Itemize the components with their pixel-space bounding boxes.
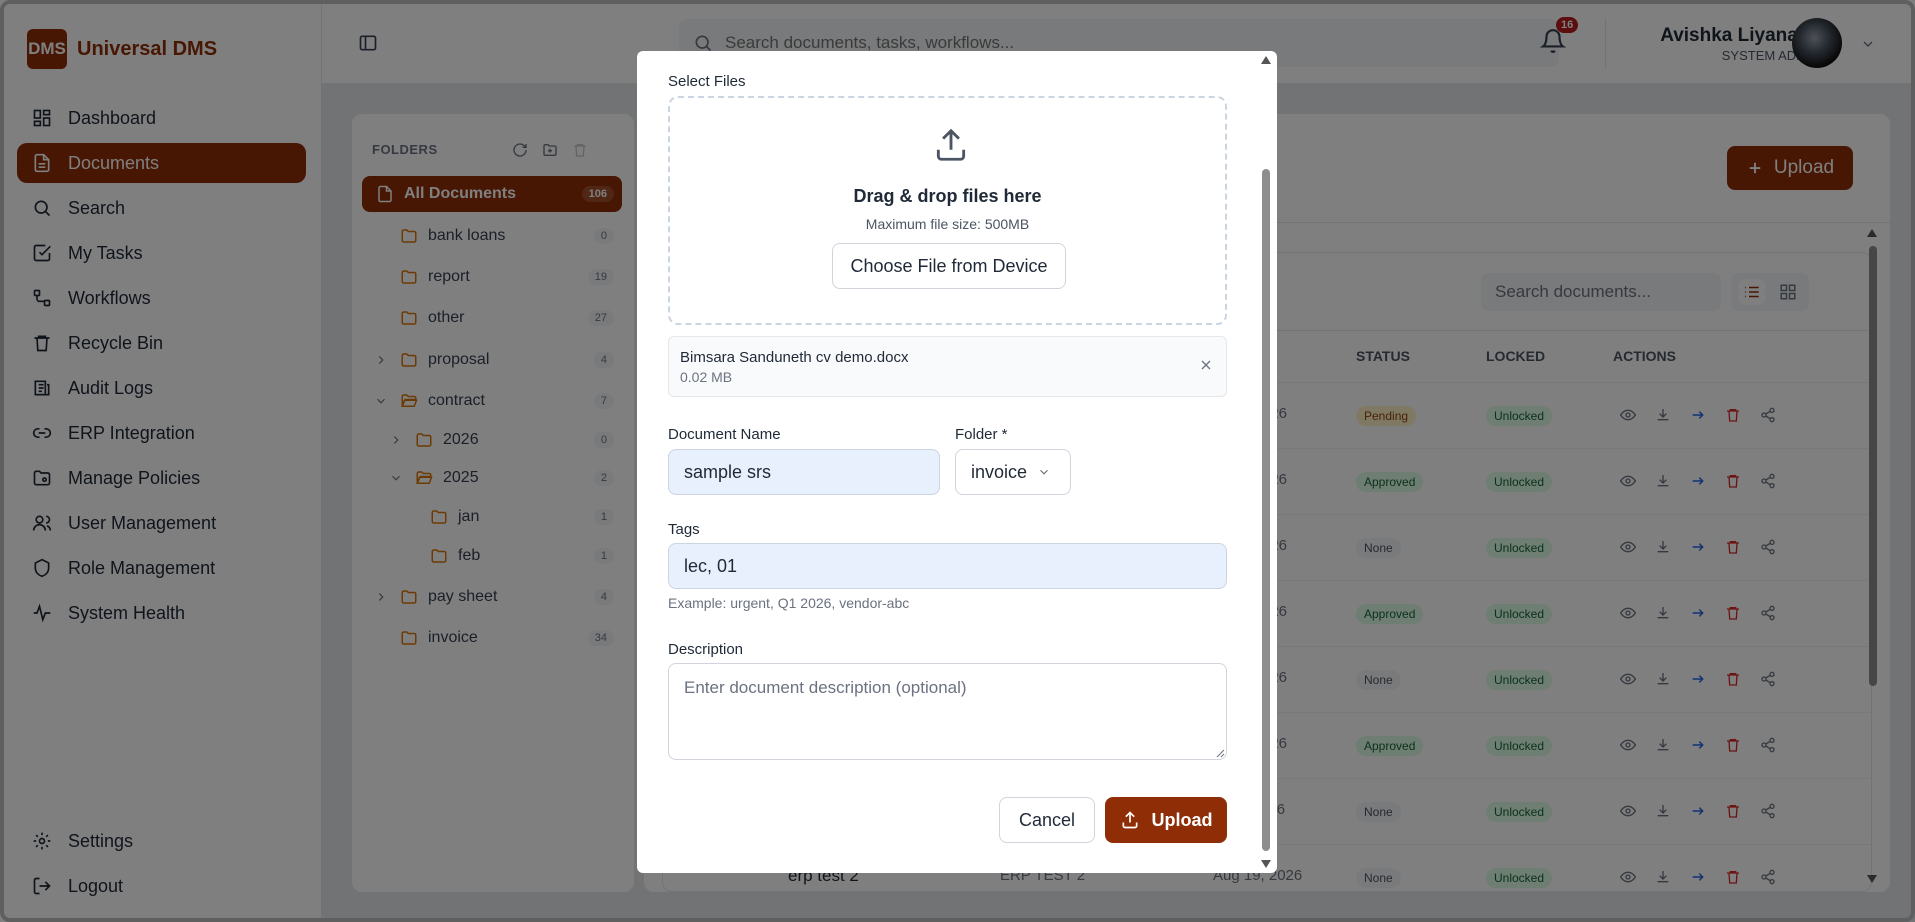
resize-handle-icon[interactable] <box>1215 748 1225 758</box>
file-dropzone[interactable]: Drag & drop files here Maximum file size… <box>668 96 1227 325</box>
dropzone-subtitle: Maximum file size: 500MB <box>865 216 1030 232</box>
upload-document-modal: Select Files Drag & drop files here Maxi… <box>637 51 1277 873</box>
folder-label: Folder * <box>955 426 1008 443</box>
close-icon <box>1201 360 1211 370</box>
selected-file-name: Bimsara Sanduneth cv demo.docx <box>680 349 909 366</box>
selected-file-size: 0.02 MB <box>680 369 733 385</box>
selected-file-card: Bimsara Sanduneth cv demo.docx 0.02 MB <box>668 336 1227 397</box>
tags-label: Tags <box>668 521 700 538</box>
cancel-button[interactable]: Cancel <box>999 797 1095 843</box>
document-name-input[interactable]: sample srs <box>668 449 940 495</box>
description-label: Description <box>668 641 744 658</box>
tags-hint: Example: urgent, Q1 2026, vendor-abc <box>668 595 910 611</box>
modal-scrollbar-thumb[interactable] <box>1262 169 1270 851</box>
remove-file-button[interactable] <box>1198 357 1214 373</box>
tags-input[interactable]: lec, 01 <box>668 543 1227 589</box>
modal-scroll-up-arrow[interactable] <box>1260 55 1272 65</box>
select-files-label: Select Files <box>668 73 746 90</box>
document-name-label: Document Name <box>668 426 781 443</box>
dropzone-title: Drag & drop files here <box>853 186 1042 206</box>
folder-select[interactable]: invoice <box>955 449 1071 495</box>
upload-cloud-icon <box>932 126 970 164</box>
chevron-down-icon <box>1040 469 1048 475</box>
upload-icon <box>1122 811 1137 829</box>
choose-file-button[interactable]: Choose File from Device <box>832 243 1066 289</box>
modal-scroll-down-arrow[interactable] <box>1260 859 1272 869</box>
folder-select-value: invoice <box>971 461 1028 482</box>
upload-submit-button[interactable]: Upload <box>1105 797 1227 843</box>
upload-submit-label: Upload <box>1151 809 1213 830</box>
description-textarea[interactable]: Enter document description (optional) <box>668 663 1227 760</box>
